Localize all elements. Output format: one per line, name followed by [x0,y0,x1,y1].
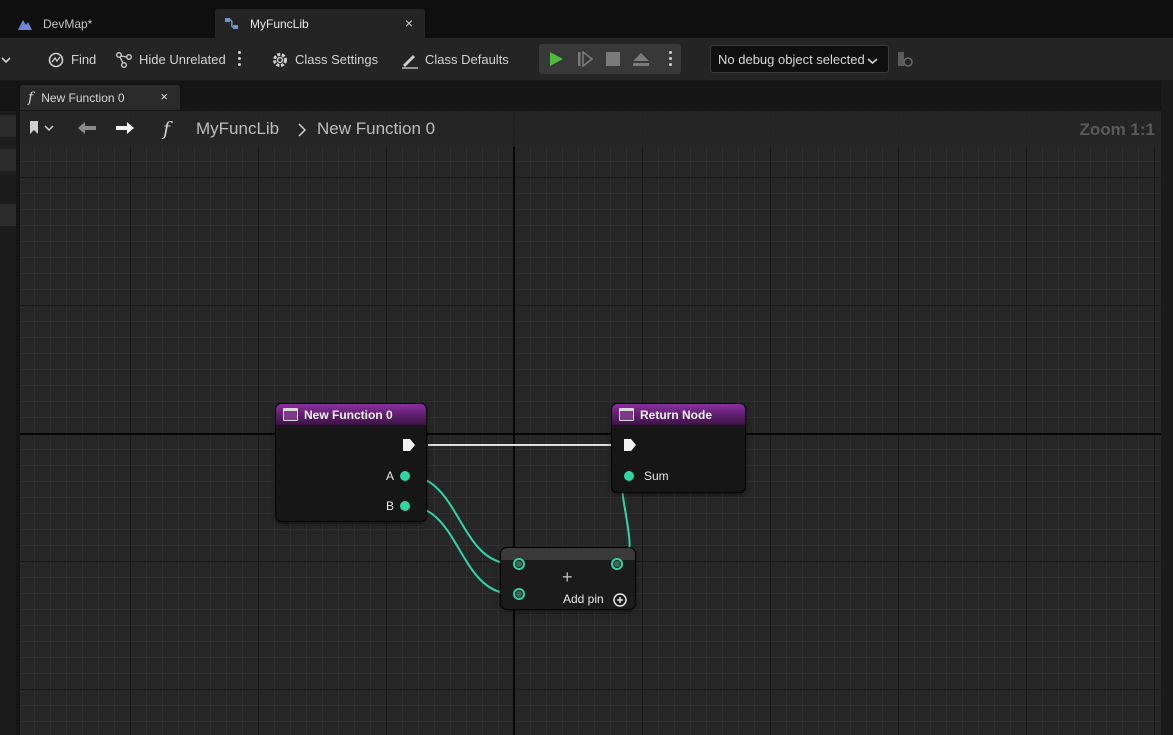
wire-b [411,505,513,595]
tab-label: MyFuncLib [250,16,309,31]
find-icon [46,50,66,70]
forward-arrow-icon[interactable] [115,121,135,140]
pin-label-a: A [386,469,395,483]
eject-icon[interactable] [632,51,650,72]
exec-out-pin-icon[interactable] [402,438,416,452]
add-pin-icon[interactable] [612,592,628,608]
close-tab-icon[interactable]: × [405,15,413,31]
node-header: New Function 0 [276,404,426,425]
pin-b[interactable] [400,501,410,511]
breadcrumb-current: New Function 0 [317,119,436,138]
blueprint-editor: DevMap* MyFuncLib × Find Hide Unrelated [0,0,1173,735]
find-label: Find [71,52,97,67]
pin-a[interactable] [400,471,410,481]
tab-label: New Function 0 [41,90,125,105]
more-options-icon[interactable] [236,50,242,68]
level-map-icon [16,16,34,32]
toolbar: Find Hide Unrelated Class Settings Class… [0,38,1173,81]
right-edge-panel [1161,81,1173,735]
side-panel-strip [0,111,16,735]
node-header: Return Node [612,404,745,425]
function-entry-icon [283,408,298,421]
play-icon[interactable] [548,51,564,72]
debug-filter-icon[interactable] [896,50,914,73]
collapse-icon[interactable] [0,204,16,226]
return-node-icon [619,408,634,421]
wire-a [411,475,513,565]
node-title: New Function 0 [304,407,393,422]
exec-in-pin-icon[interactable] [623,438,637,452]
class-defaults-edit-icon [400,50,420,70]
pin-label-sum: Sum [644,469,669,483]
debug-object-value: No debug object selected [718,51,865,67]
chevron-down-icon [867,54,878,69]
graph-canvas[interactable]: New Function 0 A B Return Node Sum + Add… [20,111,1161,735]
add-node[interactable]: + Add pin [501,548,635,609]
wires [411,444,631,595]
function-icon: f [28,89,34,106]
stop-icon[interactable] [605,51,621,72]
add-input-pin-1[interactable] [513,558,525,570]
gear-icon [270,50,290,70]
return-node[interactable]: Return Node Sum [612,404,745,492]
function-icon: f [163,118,171,140]
zoom-level: Zoom 1:1 [1079,120,1155,139]
class-settings-label: Class Settings [295,52,379,67]
hide-unrelated-icon [114,50,134,70]
hide-unrelated-label: Hide Unrelated [139,52,226,67]
blueprint-function-library-icon [223,16,241,32]
find-button[interactable]: Find [46,47,96,72]
pin-sum[interactable] [624,471,634,481]
tab-myfunclib[interactable]: MyFuncLib × [215,9,425,38]
chevron-right-icon [297,123,307,142]
step-icon[interactable] [577,50,594,72]
graph-tab-bar: f New Function 0 × [0,81,1173,111]
gear-icon[interactable] [0,115,16,137]
bookmark-icon[interactable] [28,120,56,141]
breadcrumb-root[interactable]: MyFuncLib [196,119,279,139]
class-settings-button[interactable]: Class Settings [270,47,378,72]
tab-devmap[interactable]: DevMap* [10,9,210,38]
class-defaults-label: Class Defaults [425,52,509,67]
class-defaults-button[interactable]: Class Defaults [400,47,509,72]
tab-label: DevMap* [43,16,93,31]
plus-icon: + [562,567,573,587]
back-arrow-icon[interactable] [77,121,97,140]
debug-object-select[interactable]: No debug object selected [710,45,889,73]
close-tab-icon[interactable]: × [160,89,168,104]
play-controls [539,44,681,74]
add-output-pin[interactable] [611,558,623,570]
breadcrumb: f MyFuncLib New Function 0 Zoom 1:1 [20,111,1161,147]
collapse-icon[interactable] [0,149,16,171]
add-pin-label: Add pin [563,592,604,606]
tab-new-function-0[interactable]: f New Function 0 × [20,85,180,110]
document-tab-bar: DevMap* MyFuncLib × [0,0,1173,38]
node-title: Return Node [640,407,712,422]
function-entry-node[interactable]: New Function 0 A B [276,404,426,521]
pin-label-b: B [386,499,395,513]
add-input-pin-2[interactable] [513,588,525,600]
chevron-down-icon[interactable] [0,47,12,72]
hide-unrelated-button[interactable]: Hide Unrelated [114,47,226,72]
play-options-icon[interactable] [667,50,673,68]
